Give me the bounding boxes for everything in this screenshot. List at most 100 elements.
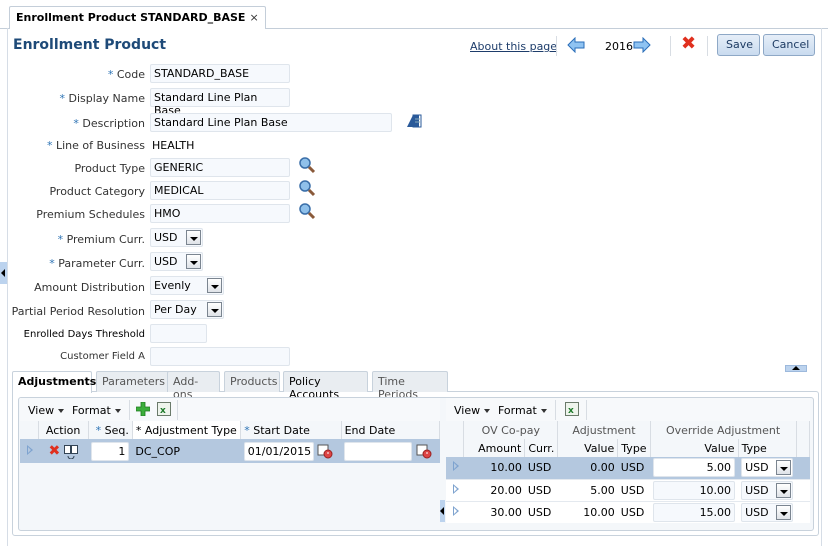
tab-add-ons[interactable]: Add-ons	[167, 371, 220, 401]
start-date-input[interactable]: 01/01/2015	[243, 441, 314, 461]
end-date-input[interactable]	[344, 441, 413, 461]
partial-period-resolution-select[interactable]: Per Day	[150, 300, 224, 319]
panel-splitter[interactable]	[440, 500, 445, 522]
calendar-icon[interactable]	[416, 443, 432, 459]
adjustment-type-cell: DC_COP	[132, 439, 241, 463]
divider	[129, 400, 130, 420]
page-title: Enrollment Product	[13, 37, 167, 53]
column-header-override-type[interactable]: Type	[738, 439, 797, 457]
export-excel-icon[interactable]: x	[157, 402, 171, 416]
amount-distribution-select[interactable]: Evenly	[150, 276, 224, 295]
customer-field-a-label: Customer Field A	[60, 351, 145, 362]
search-product-category-icon[interactable]	[298, 179, 316, 197]
code-label: * Code	[107, 68, 145, 81]
view-menu[interactable]: View	[454, 404, 491, 417]
table-row[interactable]: 20.00 USD 5.00 USD 10.00 USD	[446, 478, 810, 501]
format-menu[interactable]: Format	[72, 404, 121, 417]
chevron-down-icon[interactable]	[186, 254, 201, 269]
tab-products[interactable]: Products	[224, 371, 280, 392]
column-header-start-date[interactable]: * Start Date	[240, 421, 342, 439]
svg-text:x: x	[568, 406, 574, 416]
delete-icon[interactable]: ✖	[681, 35, 696, 53]
row-expand-icon[interactable]	[453, 483, 459, 494]
duplicate-row-icon[interactable]	[63, 445, 78, 460]
override-type-select[interactable]: USD	[741, 502, 794, 522]
table-row[interactable]: 10.00 USD 0.00 USD 5.00 USD	[446, 457, 810, 479]
display-name-input[interactable]: Standard Line Plan Base	[150, 88, 290, 117]
column-header-adjustment-type[interactable]: * Adjustment Type	[132, 421, 242, 439]
override-type-select[interactable]: USD	[741, 458, 794, 478]
row-selector[interactable]	[446, 500, 464, 523]
chevron-down-icon[interactable]	[207, 302, 222, 317]
edit-description-icon[interactable]	[405, 113, 423, 129]
divider	[555, 400, 556, 420]
premium-schedules-input[interactable]: HMO	[150, 204, 290, 223]
column-header-adj-value[interactable]: Value	[557, 439, 619, 457]
view-menu[interactable]: View	[28, 404, 65, 417]
amount-cell: 20.00	[463, 478, 525, 501]
override-value-input[interactable]: 10.00	[653, 480, 736, 500]
row-selector[interactable]	[446, 478, 464, 501]
customer-field-a-input[interactable]	[150, 347, 290, 366]
close-tab-icon[interactable]: ×	[249, 11, 258, 24]
delete-row-icon[interactable]: ✖	[49, 443, 61, 459]
column-header-action[interactable]: Action	[38, 421, 89, 439]
seq-input[interactable]: 1	[91, 441, 130, 461]
tab-policy-accounts[interactable]: Policy Accounts	[283, 371, 368, 401]
chevron-down-icon[interactable]	[776, 482, 792, 498]
copay-table: OV Co-pay Adjustment Override Adjustment…	[446, 421, 811, 523]
column-header-adj-type[interactable]: Type	[617, 439, 651, 457]
row-selector[interactable]	[446, 457, 464, 479]
chevron-down-icon[interactable]	[776, 460, 792, 476]
save-button[interactable]: Save	[717, 34, 760, 56]
row-expand-icon[interactable]	[453, 505, 459, 516]
amount-distribution-label: Amount Distribution	[34, 281, 145, 294]
table-row[interactable]: ✖ 1 DC_COP 01/01/2015	[20, 439, 440, 463]
tab-parameters[interactable]: Parameters	[96, 371, 174, 392]
calendar-icon[interactable]	[317, 443, 333, 459]
column-header-end-date[interactable]: End Date	[341, 421, 441, 439]
amount-distribution-value: Evenly	[154, 279, 191, 292]
partial-period-resolution-label: Partial Period Resolution	[11, 305, 145, 318]
cancel-button[interactable]: Cancel	[763, 34, 815, 56]
product-category-input[interactable]: MEDICAL	[150, 181, 290, 200]
parameter-curr-label: * Parameter Curr.	[49, 257, 145, 270]
format-menu[interactable]: Format	[498, 404, 547, 417]
parameter-curr-select[interactable]: USD	[150, 252, 203, 271]
next-year-arrow-icon[interactable]	[633, 37, 651, 53]
document-tab[interactable]: Enrollment Product STANDARD_BASE ×	[9, 6, 266, 29]
row-expand-icon[interactable]	[453, 461, 459, 472]
previous-year-arrow-icon[interactable]	[567, 37, 585, 53]
column-header-curr[interactable]: Curr.	[524, 439, 559, 457]
premium-curr-select[interactable]: USD	[150, 228, 203, 247]
add-row-icon[interactable]	[136, 402, 150, 416]
collapse-left-splitter[interactable]	[0, 262, 7, 284]
table-row[interactable]: 30.00 USD 10.00 USD 15.00 USD	[446, 500, 810, 523]
adj-value-cell: 10.00	[557, 500, 618, 523]
search-premium-schedules-icon[interactable]	[298, 202, 316, 220]
override-type-select[interactable]: USD	[741, 480, 794, 500]
adj-type-cell: USD	[617, 457, 651, 479]
override-value-input[interactable]: 5.00	[653, 458, 736, 478]
product-type-input[interactable]: GENERIC	[150, 158, 290, 177]
export-excel-icon[interactable]: x	[565, 402, 579, 416]
collapse-up-splitter[interactable]	[785, 365, 807, 372]
column-header-override-value[interactable]: Value	[650, 439, 739, 457]
column-header-amount[interactable]: Amount	[463, 439, 526, 457]
tab-adjustments[interactable]: Adjustments	[12, 371, 96, 393]
column-header-seq[interactable]: * Seq.	[88, 421, 133, 439]
override-value-input[interactable]: 15.00	[653, 502, 736, 522]
enrolled-days-threshold-input[interactable]	[150, 324, 207, 343]
row-expand-icon[interactable]	[27, 444, 33, 455]
tab-time-periods[interactable]: Time Periods	[372, 371, 448, 401]
code-input[interactable]: STANDARD_BASE	[150, 64, 290, 83]
row-selector[interactable]	[20, 439, 39, 463]
chevron-down-icon[interactable]	[186, 230, 201, 245]
adj-type-cell: USD	[617, 478, 651, 501]
chevron-down-icon[interactable]	[776, 504, 792, 520]
description-input[interactable]: Standard Line Plan Base	[150, 113, 392, 132]
adj-value-cell: 5.00	[557, 478, 618, 501]
about-this-page-link[interactable]: About this page	[470, 40, 557, 53]
search-product-type-icon[interactable]	[298, 156, 316, 174]
chevron-down-icon[interactable]	[207, 278, 222, 293]
